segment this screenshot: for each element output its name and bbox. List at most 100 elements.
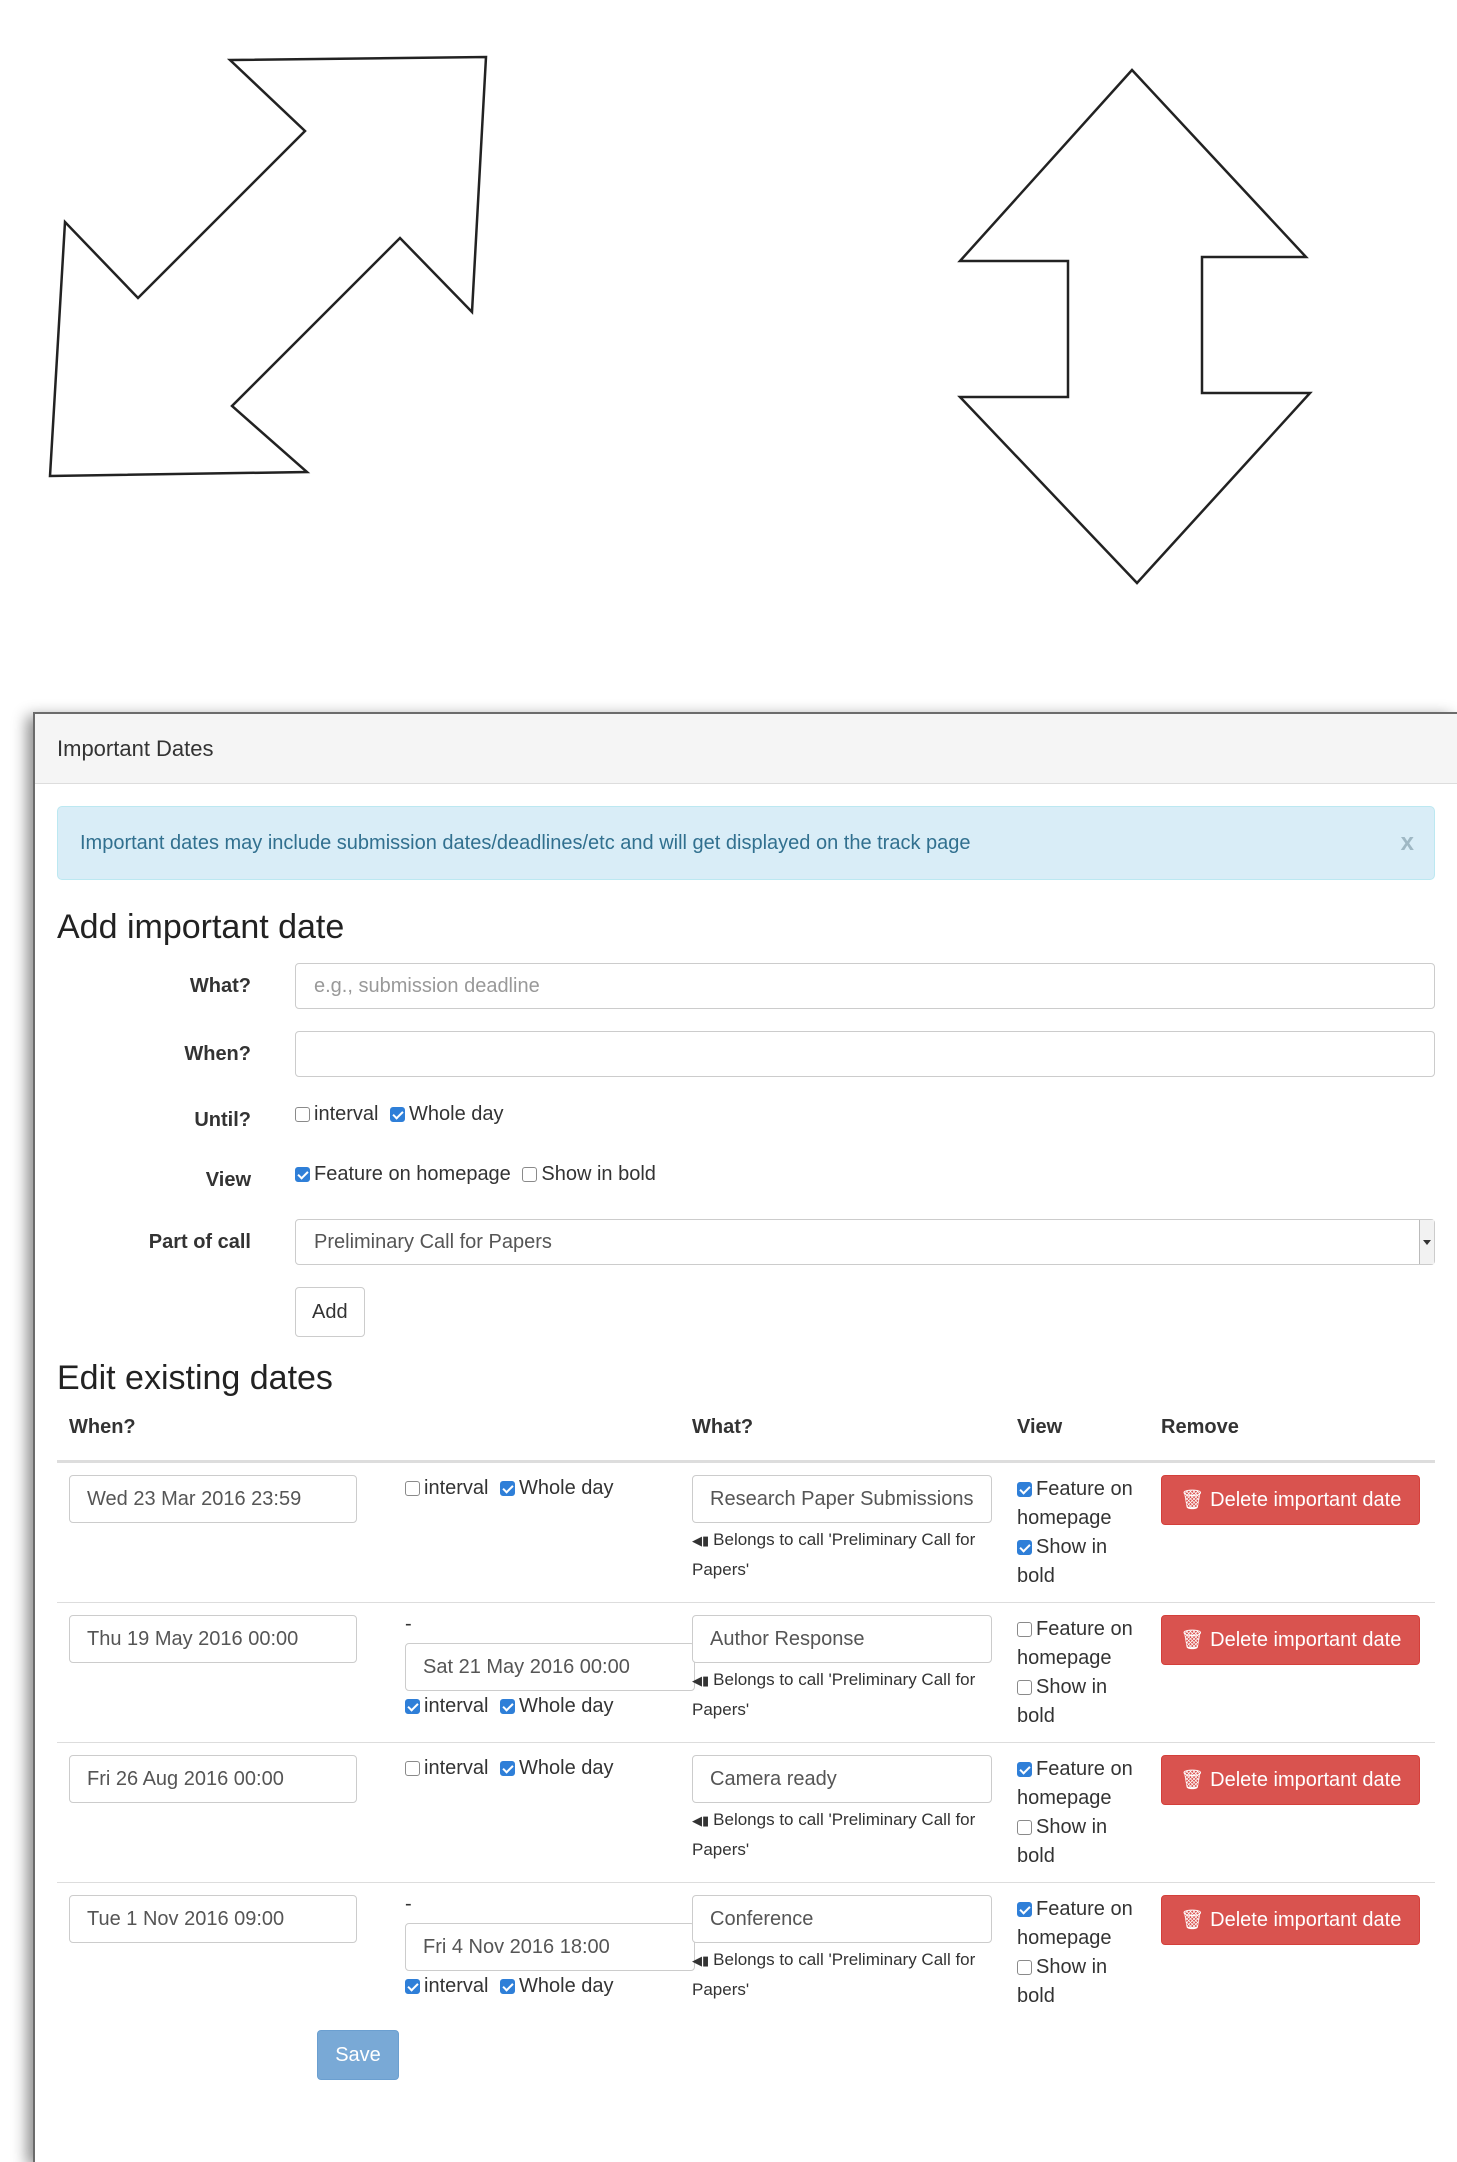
row-call-note: ◀▮ Belongs to call 'Preliminary Call for P… [692, 1525, 992, 1584]
row-feature-checkbox[interactable] [1017, 1902, 1032, 1917]
feature-checkbox[interactable] [295, 1167, 310, 1182]
row-feature-label-2: homepage [1017, 1927, 1112, 1949]
add-date-heading: Add important date [57, 908, 345, 946]
call-select[interactable]: Preliminary Call for Papers [295, 1219, 1435, 1265]
row-interval-checkbox[interactable] [405, 1761, 420, 1776]
what-input[interactable]: e.g., submission deadline [295, 963, 1435, 1009]
range-dash: - [405, 1893, 412, 1915]
row-feature-label: Feature on [1036, 1758, 1133, 1780]
row-bold-label-2: bold [1017, 1845, 1055, 1867]
row-call-note-line2: Papers' [692, 1700, 750, 1719]
row-view-options: Feature on homepage Show in bold [1017, 1615, 1147, 1731]
row-whole-day-checkbox[interactable] [500, 1761, 516, 1776]
row-call-note: ◀▮ Belongs to call 'Preliminary Call for P… [692, 1945, 992, 2004]
trash-icon: 🗑 [1180, 1910, 1205, 1931]
megaphone-icon: ◀▮ [692, 1813, 710, 1828]
row-call-note: ◀▮ Belongs to call 'Preliminary Call for P… [692, 1805, 992, 1864]
row-whole-day-label: Whole day [519, 1975, 614, 1997]
row-interval-label: interval [424, 1477, 489, 1499]
range-dash: - [405, 1613, 412, 1635]
row-bold-label-2: bold [1017, 1565, 1055, 1587]
when-label: When? [184, 1043, 251, 1065]
table-row: Wed 23 Mar 2016 23:59 interval Whole day… [57, 1462, 1435, 1603]
row-bold-checkbox[interactable] [1017, 1960, 1032, 1975]
view-options: Feature on homepage Show in bold [295, 1163, 656, 1186]
delete-date-label: Delete important date [1210, 1489, 1402, 1511]
row-feature-label: Feature on [1036, 1898, 1133, 1920]
trash-icon: 🗑 [1180, 1490, 1205, 1511]
row-bold-label-2: bold [1017, 1705, 1055, 1727]
add-button[interactable]: Add [295, 1287, 365, 1337]
row-when-input[interactable]: Tue 1 Nov 2016 09:00 [69, 1895, 357, 1943]
row-whole-day-checkbox[interactable] [500, 1699, 516, 1714]
interval-label: interval [314, 1103, 379, 1125]
row-when-input[interactable]: Thu 19 May 2016 00:00 [69, 1615, 357, 1663]
row-when-input[interactable]: Wed 23 Mar 2016 23:59 [69, 1475, 357, 1523]
megaphone-icon: ◀▮ [692, 1533, 710, 1548]
row-feature-checkbox[interactable] [1017, 1762, 1032, 1777]
delete-date-label: Delete important date [1210, 1629, 1402, 1651]
double-diagonal-arrow-icon [48, 55, 488, 478]
dates-table: When? What? View Remove Wed 23 Mar 2016 … [57, 1416, 1435, 2080]
row-interval-checkbox[interactable] [405, 1979, 420, 1994]
when-input[interactable] [295, 1031, 1435, 1077]
delete-date-label: Delete important date [1210, 1769, 1402, 1791]
double-vertical-arrow-icon [957, 68, 1313, 585]
row-until-input[interactable]: Fri 4 Nov 2016 18:00 [405, 1923, 695, 1971]
row-interval-checkbox[interactable] [405, 1481, 420, 1496]
delete-date-button[interactable]: 🗑 Delete important date [1161, 1755, 1421, 1805]
row-feature-checkbox[interactable] [1017, 1482, 1032, 1497]
column-header-remove: Remove [1161, 1416, 1239, 1438]
bold-label: Show in bold [541, 1163, 656, 1185]
whole-day-label: Whole day [409, 1103, 504, 1125]
row-what-input[interactable]: Conference [692, 1895, 992, 1943]
row-bold-checkbox[interactable] [1017, 1820, 1032, 1835]
interval-checkbox[interactable] [295, 1107, 310, 1122]
row-interval-label: interval [424, 1975, 489, 1997]
row-what-input[interactable]: Author Response [692, 1615, 992, 1663]
row-until-options: interval Whole day [405, 1695, 614, 1718]
row-feature-label-2: homepage [1017, 1647, 1112, 1669]
close-icon[interactable]: x [1401, 807, 1414, 879]
row-when-input[interactable]: Fri 26 Aug 2016 00:00 [69, 1755, 357, 1803]
table-row: Fri 26 Aug 2016 00:00 interval Whole day… [57, 1742, 1435, 1883]
row-view-options: Feature on homepage Show in bold [1017, 1755, 1147, 1871]
row-feature-label-2: homepage [1017, 1507, 1112, 1529]
row-whole-day-checkbox[interactable] [500, 1481, 516, 1496]
info-alert-text: Important dates may include submission d… [80, 832, 971, 854]
when-row: When? [57, 1031, 1435, 1077]
whole-day-checkbox[interactable] [390, 1107, 406, 1122]
delete-date-button[interactable]: 🗑 Delete important date [1161, 1895, 1421, 1945]
what-row: What? e.g., submission deadline [57, 963, 1435, 1009]
delete-date-label: Delete important date [1210, 1909, 1402, 1931]
row-interval-checkbox[interactable] [405, 1699, 420, 1714]
save-button[interactable]: Save [317, 2030, 399, 2080]
bold-checkbox[interactable] [522, 1167, 538, 1182]
call-select-value: Preliminary Call for Papers [314, 1231, 552, 1253]
row-whole-day-checkbox[interactable] [500, 1979, 516, 1994]
row-feature-label: Feature on [1036, 1478, 1133, 1500]
row-what-input[interactable]: Camera ready [692, 1755, 992, 1803]
feature-label: Feature on homepage [314, 1163, 511, 1185]
row-until-input[interactable]: Sat 21 May 2016 00:00 [405, 1643, 695, 1691]
row-feature-checkbox[interactable] [1017, 1622, 1032, 1637]
row-view-options: Feature on homepage Show in bold [1017, 1895, 1147, 2011]
row-until-options: interval Whole day [405, 1477, 614, 1500]
decorative-arrows [48, 55, 1313, 585]
megaphone-icon: ◀▮ [692, 1673, 710, 1688]
row-bold-checkbox[interactable] [1017, 1540, 1032, 1555]
row-call-note-line2: Papers' [692, 1840, 750, 1859]
row-what-input[interactable]: Research Paper Submissions [692, 1475, 992, 1523]
delete-date-button[interactable]: 🗑 Delete important date [1161, 1615, 1421, 1665]
row-call-note-line1: Belongs to call 'Preliminary Call for [713, 1810, 976, 1829]
row-bold-checkbox[interactable] [1017, 1680, 1032, 1695]
row-bold-label: Show in [1036, 1676, 1108, 1698]
until-row: Until? interval Whole day [57, 1099, 1435, 1137]
row-until-options: interval Whole day [405, 1975, 614, 1998]
edit-dates-heading: Edit existing dates [57, 1359, 333, 1397]
table-row: Tue 1 Nov 2016 09:00 - Fri 4 Nov 2016 18… [57, 1882, 1435, 2023]
row-view-options: Feature on homepage Show in bold [1017, 1475, 1147, 1591]
delete-date-button[interactable]: 🗑 Delete important date [1161, 1475, 1421, 1525]
row-call-note-line1: Belongs to call 'Preliminary Call for [713, 1670, 976, 1689]
row-call-note-line1: Belongs to call 'Preliminary Call for [713, 1950, 976, 1969]
